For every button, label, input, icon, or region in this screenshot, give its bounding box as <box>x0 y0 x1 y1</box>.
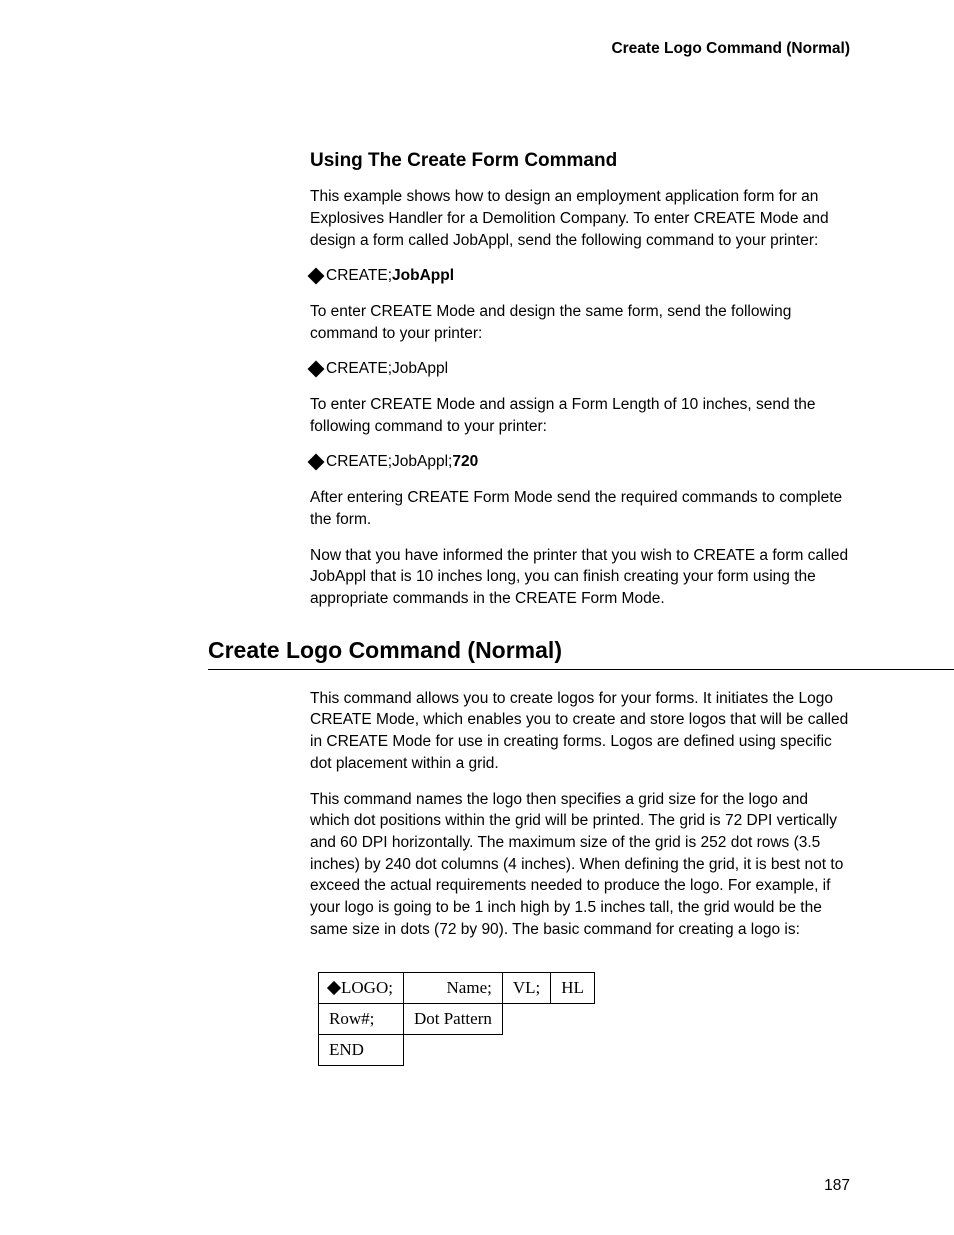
table-cell: LOGO; <box>319 973 404 1004</box>
section-heading-using-create-form: Using The Create Form Command <box>310 148 850 175</box>
section-heading-create-logo-command: Create Logo Command (Normal) <box>208 634 954 670</box>
paragraph: Now that you have informed the printer t… <box>310 545 850 610</box>
table-cell: HL <box>551 973 595 1004</box>
table-cell: Row#; <box>319 1004 404 1035</box>
diamond-icon <box>308 361 325 378</box>
paragraph: This example shows how to design an empl… <box>310 186 850 251</box>
page-number: 187 <box>824 1175 850 1197</box>
cmd-prefix: CREATE;JobAppl; <box>326 453 452 470</box>
empty-cell <box>502 1004 594 1035</box>
logo-command-syntax-table: LOGO; Name; VL; HL Row#; Dot Pattern END <box>318 972 595 1065</box>
diamond-icon <box>308 268 325 285</box>
table-cell: Dot Pattern <box>403 1004 502 1035</box>
page-header-title: Create Logo Command (Normal) <box>104 38 850 60</box>
cell-text: LOGO; <box>341 976 393 1000</box>
diamond-icon <box>327 981 341 995</box>
paragraph: After entering CREATE Form Mode send the… <box>310 487 850 530</box>
cmd-bold: JobAppl <box>392 267 454 284</box>
section2-content: This command allows you to create logos … <box>310 688 850 1066</box>
table-cell: Name; <box>403 973 502 1004</box>
paragraph: To enter CREATE Mode and design the same… <box>310 301 850 344</box>
paragraph: To enter CREATE Mode and assign a Form L… <box>310 394 850 437</box>
table-cell: END <box>319 1034 404 1065</box>
command-line-1: CREATE;JobAppl <box>310 265 850 287</box>
command-text: CREATE;JobAppl <box>326 358 448 380</box>
paragraph: This command allows you to create logos … <box>310 688 850 775</box>
diamond-icon <box>308 454 325 471</box>
command-line-3: CREATE;JobAppl;720 <box>310 451 850 473</box>
table-cell: VL; <box>502 973 550 1004</box>
empty-cell <box>403 1034 594 1065</box>
section1-content: This example shows how to design an empl… <box>310 186 850 609</box>
command-line-2: CREATE;JobAppl <box>310 358 850 380</box>
command-text: CREATE;JobAppl <box>326 265 454 287</box>
cmd-prefix: CREATE; <box>326 267 392 284</box>
paragraph: This command names the logo then specifi… <box>310 789 850 941</box>
command-text: CREATE;JobAppl;720 <box>326 451 478 473</box>
cmd-bold: 720 <box>452 453 478 470</box>
